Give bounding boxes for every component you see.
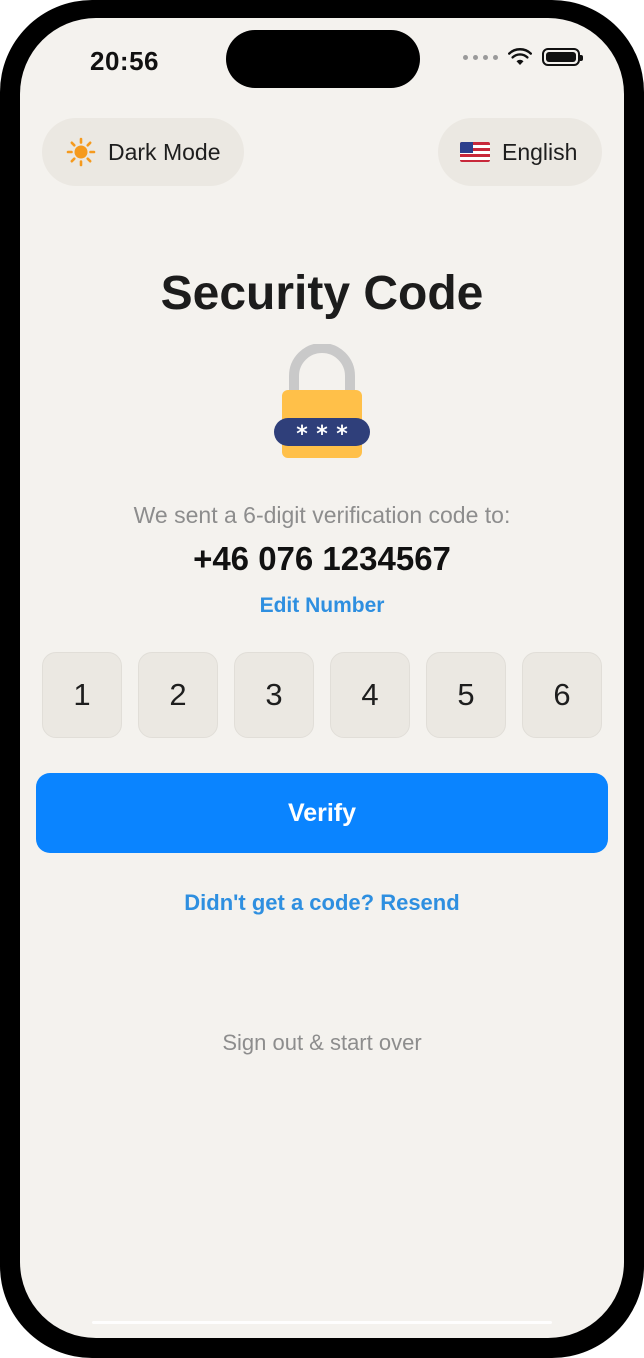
- code-digit-4[interactable]: 4: [330, 652, 410, 738]
- code-digit-6[interactable]: 6: [522, 652, 602, 738]
- status-time: 20:56: [90, 46, 159, 76]
- page-title: Security Code: [160, 267, 484, 320]
- verify-button[interactable]: Verify: [36, 773, 608, 853]
- code-digit-1[interactable]: 1: [42, 652, 122, 738]
- home-indicator[interactable]: [92, 1321, 552, 1324]
- wifi-icon: [508, 48, 532, 65]
- status-icons: [463, 48, 583, 66]
- code-digit-5[interactable]: 5: [426, 652, 506, 738]
- padlock-icon: * * *: [274, 344, 370, 458]
- verification-subtitle: We sent a 6-digit verification code to:: [133, 502, 511, 528]
- app-screen: 20:56 Dark Mode English Security Code * …: [20, 18, 624, 1338]
- dark-mode-button[interactable]: Dark Mode: [42, 118, 244, 186]
- svg-text:*: *: [316, 422, 328, 447]
- dynamic-island: [226, 30, 420, 88]
- sign-out-link[interactable]: Sign out & start over: [20, 1030, 624, 1056]
- edit-number-link[interactable]: Edit Number: [20, 594, 624, 618]
- verify-label: Verify: [287, 798, 357, 827]
- resend-link[interactable]: Didn't get a code? Resend: [20, 890, 624, 916]
- phone-number: +46 076 1234567: [193, 540, 451, 577]
- phone-frame: 20:56 Dark Mode English Security Code * …: [0, 0, 644, 1358]
- language-label: English: [502, 138, 578, 165]
- dark-mode-label: Dark Mode: [108, 138, 221, 165]
- code-input-row: 1 2 3 4 5 6: [42, 652, 602, 738]
- signal-dots-icon: [463, 54, 498, 60]
- us-flag-icon: [460, 142, 490, 162]
- sun-icon: [66, 137, 96, 167]
- svg-text:*: *: [296, 422, 308, 447]
- battery-icon: [542, 48, 583, 66]
- language-button[interactable]: English: [438, 118, 602, 186]
- svg-text:*: *: [336, 422, 348, 447]
- code-digit-3[interactable]: 3: [234, 652, 314, 738]
- code-digit-2[interactable]: 2: [138, 652, 218, 738]
